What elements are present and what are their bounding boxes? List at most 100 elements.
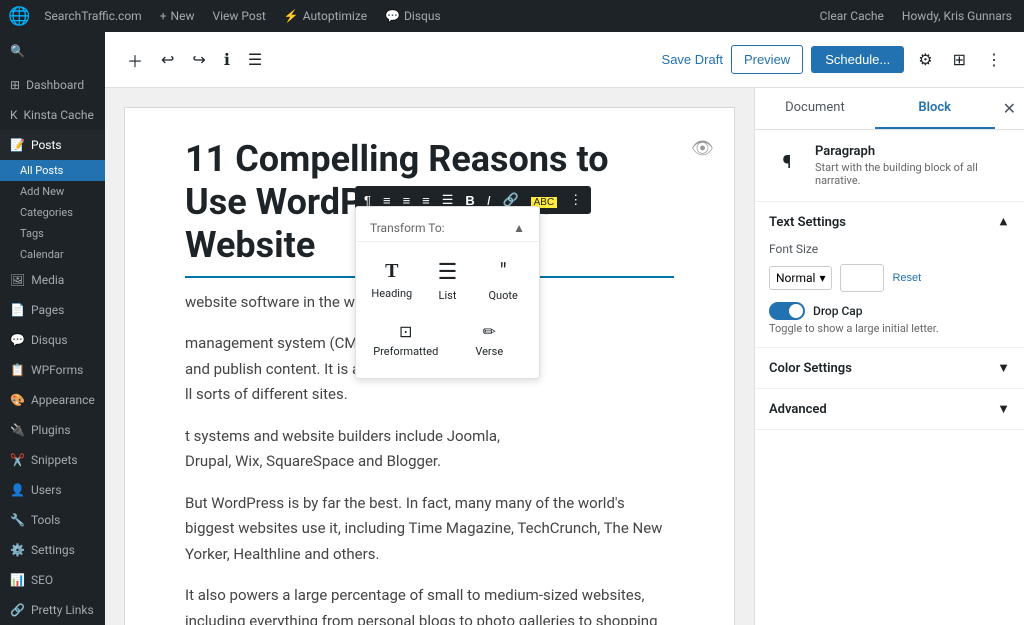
sidebar: 🔍 ⊞ Dashboard K Kinsta Cache 📝 Posts All…: [0, 32, 105, 625]
sidebar-subitem-add-new[interactable]: Add New: [0, 181, 105, 202]
advanced-section: Advanced ▼: [755, 389, 1024, 430]
transform-header: Transform To: ▲: [356, 215, 539, 242]
font-size-chevron-icon: ▾: [819, 271, 825, 285]
block-editor-icon-button[interactable]: ⊞: [947, 44, 972, 76]
editor-content[interactable]: 👁 ¶ ≡ ≡ ≡ ☰ B I 🔗 ABC ⋮: [125, 108, 734, 625]
sidebar-item-snippets[interactable]: ✂️ Snippets: [0, 445, 105, 475]
font-size-row: Normal ▾ Reset: [769, 264, 1010, 292]
disqus-sidebar-icon: 💬: [10, 333, 25, 347]
sidebar-item-disqus[interactable]: 💬 Disqus: [0, 325, 105, 355]
disqus-item[interactable]: 💬 Disqus: [381, 9, 445, 23]
font-size-reset-button[interactable]: Reset: [892, 272, 921, 284]
clear-cache-btn[interactable]: Clear Cache: [816, 9, 888, 23]
transform-quote[interactable]: " Quote: [475, 252, 531, 310]
admin-bar: 🌐 SearchTraffic.com + New View Post ⚡ Au…: [0, 0, 1024, 32]
redo-button[interactable]: ↪: [186, 44, 211, 76]
font-size-label: Font Size: [769, 242, 1010, 256]
tools-icon: 🔧: [10, 513, 25, 527]
snippets-icon: ✂️: [10, 453, 25, 467]
tab-block[interactable]: Block: [875, 88, 995, 129]
drop-cap-toggle[interactable]: [769, 302, 805, 320]
more-options-button[interactable]: ⋮: [980, 44, 1008, 76]
quote-icon: ": [500, 260, 507, 285]
post-toolbar: ＋ ↩ ↪ ℹ ☰ Save Draft Preview Schedule...…: [105, 32, 1024, 88]
sidebar-item-posts[interactable]: 📝 Posts: [0, 130, 105, 160]
drop-cap-label: Drop Cap: [813, 304, 863, 318]
new-item[interactable]: + New: [156, 9, 199, 23]
autoptimize-item[interactable]: ⚡ Autoptimize: [280, 9, 371, 23]
preview-button[interactable]: Preview: [731, 45, 803, 74]
sidebar-subitem-calendar[interactable]: Calendar: [0, 244, 105, 265]
sidebar-item-tools[interactable]: 🔧 Tools: [0, 505, 105, 535]
advanced-chevron-icon: ▼: [997, 401, 1010, 417]
howdy-user[interactable]: Howdy, Kris Gunnars: [898, 9, 1016, 23]
block-more-button[interactable]: ⋮: [564, 188, 587, 212]
toolbar-right: Save Draft Preview Schedule... ⚙ ⊞ ⋮: [662, 44, 1008, 76]
sidebar-subitem-all-posts[interactable]: All Posts: [0, 160, 105, 181]
drop-cap-hint: Toggle to show a large initial letter.: [769, 322, 1010, 335]
text-settings-header[interactable]: Text Settings ▼: [755, 202, 1024, 242]
transform-preformatted[interactable]: ⊡ Preformatted: [364, 314, 448, 366]
visibility-icon[interactable]: 👁: [691, 138, 714, 159]
sidebar-item-kinsta[interactable]: K Kinsta Cache: [0, 100, 105, 130]
transform-options: T Heading ☰ List " Quote: [356, 248, 539, 314]
save-draft-button[interactable]: Save Draft: [662, 52, 723, 67]
font-size-select[interactable]: Normal ▾: [769, 266, 832, 290]
toolbar-left: ＋ ↩ ↪ ℹ ☰: [121, 42, 268, 78]
sidebar-item-plugins[interactable]: 🔌 Plugins: [0, 415, 105, 445]
main-layout: 🔍 ⊞ Dashboard K Kinsta Cache 📝 Posts All…: [0, 32, 1024, 625]
transform-options-row2: ⊡ Preformatted ✏ Verse: [356, 314, 539, 370]
body-para-4: But WordPress is by far the best. In fac…: [185, 491, 674, 568]
sidebar-item-seo[interactable]: 📊 SEO: [0, 565, 105, 595]
sidebar-item-wpforms[interactable]: 📋 WPForms: [0, 355, 105, 385]
sidebar-subitem-tags[interactable]: Tags: [0, 223, 105, 244]
add-block-button[interactable]: ＋: [121, 42, 149, 78]
users-icon: 👤: [10, 483, 25, 497]
kinsta-icon: K: [10, 108, 18, 122]
sidebar-item-media[interactable]: 🖼 Media: [0, 265, 105, 295]
transform-verse[interactable]: ✏ Verse: [448, 314, 532, 366]
wpforms-icon: 📋: [10, 363, 25, 377]
toggle-knob: [789, 304, 803, 318]
text-settings-content: Font Size Normal ▾ Reset: [755, 242, 1024, 347]
color-settings-header[interactable]: Color Settings ▼: [755, 348, 1024, 388]
verse-icon: ✏: [483, 322, 496, 341]
sidebar-subitem-categories[interactable]: Categories: [0, 202, 105, 223]
plugins-icon: 🔌: [10, 423, 25, 437]
panel-block-info: ¶ Paragraph Start with the building bloc…: [755, 130, 1024, 202]
dashboard-icon: ⊞: [10, 78, 20, 92]
sidebar-item-dashboard[interactable]: ⊞ Dashboard: [0, 70, 105, 100]
right-panel: Document Block ✕ ¶ Paragraph Start with …: [754, 88, 1024, 625]
tab-document[interactable]: Document: [755, 88, 875, 129]
pretty-links-icon: 🔗: [10, 603, 25, 617]
list-view-button[interactable]: ☰: [242, 44, 268, 76]
disqus-icon: 💬: [385, 9, 400, 23]
undo-button[interactable]: ↩: [155, 44, 180, 76]
schedule-button[interactable]: Schedule...: [811, 46, 904, 73]
font-size-custom-input[interactable]: [840, 264, 884, 292]
panel-tabs: Document Block ✕: [755, 88, 1024, 130]
media-icon: 🖼: [10, 273, 25, 287]
sidebar-item-users[interactable]: 👤 Users: [0, 475, 105, 505]
sidebar-logo: 🔍: [0, 32, 105, 70]
view-post-item[interactable]: View Post: [208, 9, 269, 23]
text-settings-label: Text Settings: [769, 215, 846, 230]
transform-list[interactable]: ☰ List: [420, 252, 476, 310]
advanced-header[interactable]: Advanced ▼: [755, 389, 1024, 429]
text-settings-section: Text Settings ▼ Font Size Normal ▾ Reset: [755, 202, 1024, 348]
gear-icon-button[interactable]: ⚙: [912, 44, 938, 76]
sidebar-item-settings[interactable]: ⚙️ Settings: [0, 535, 105, 565]
autoptimize-icon: ⚡: [284, 9, 299, 23]
sidebar-item-pages[interactable]: 📄 Pages: [0, 295, 105, 325]
editor-main: 👁 ¶ ≡ ≡ ≡ ☰ B I 🔗 ABC ⋮: [105, 88, 754, 625]
info-button[interactable]: ℹ: [218, 44, 236, 76]
transform-heading[interactable]: T Heading: [364, 252, 420, 310]
sidebar-item-appearance[interactable]: 🎨 Appearance: [0, 385, 105, 415]
block-description: Start with the building block of all nar…: [815, 161, 1010, 187]
site-name[interactable]: SearchTraffic.com: [40, 9, 145, 23]
wp-logo-icon: 🌐: [8, 6, 30, 27]
sidebar-item-pretty-links[interactable]: 🔗 Pretty Links: [0, 595, 105, 625]
close-panel-button[interactable]: ✕: [995, 91, 1024, 126]
color-settings-chevron-icon: ▼: [997, 360, 1010, 376]
color-settings-label: Color Settings: [769, 361, 852, 376]
